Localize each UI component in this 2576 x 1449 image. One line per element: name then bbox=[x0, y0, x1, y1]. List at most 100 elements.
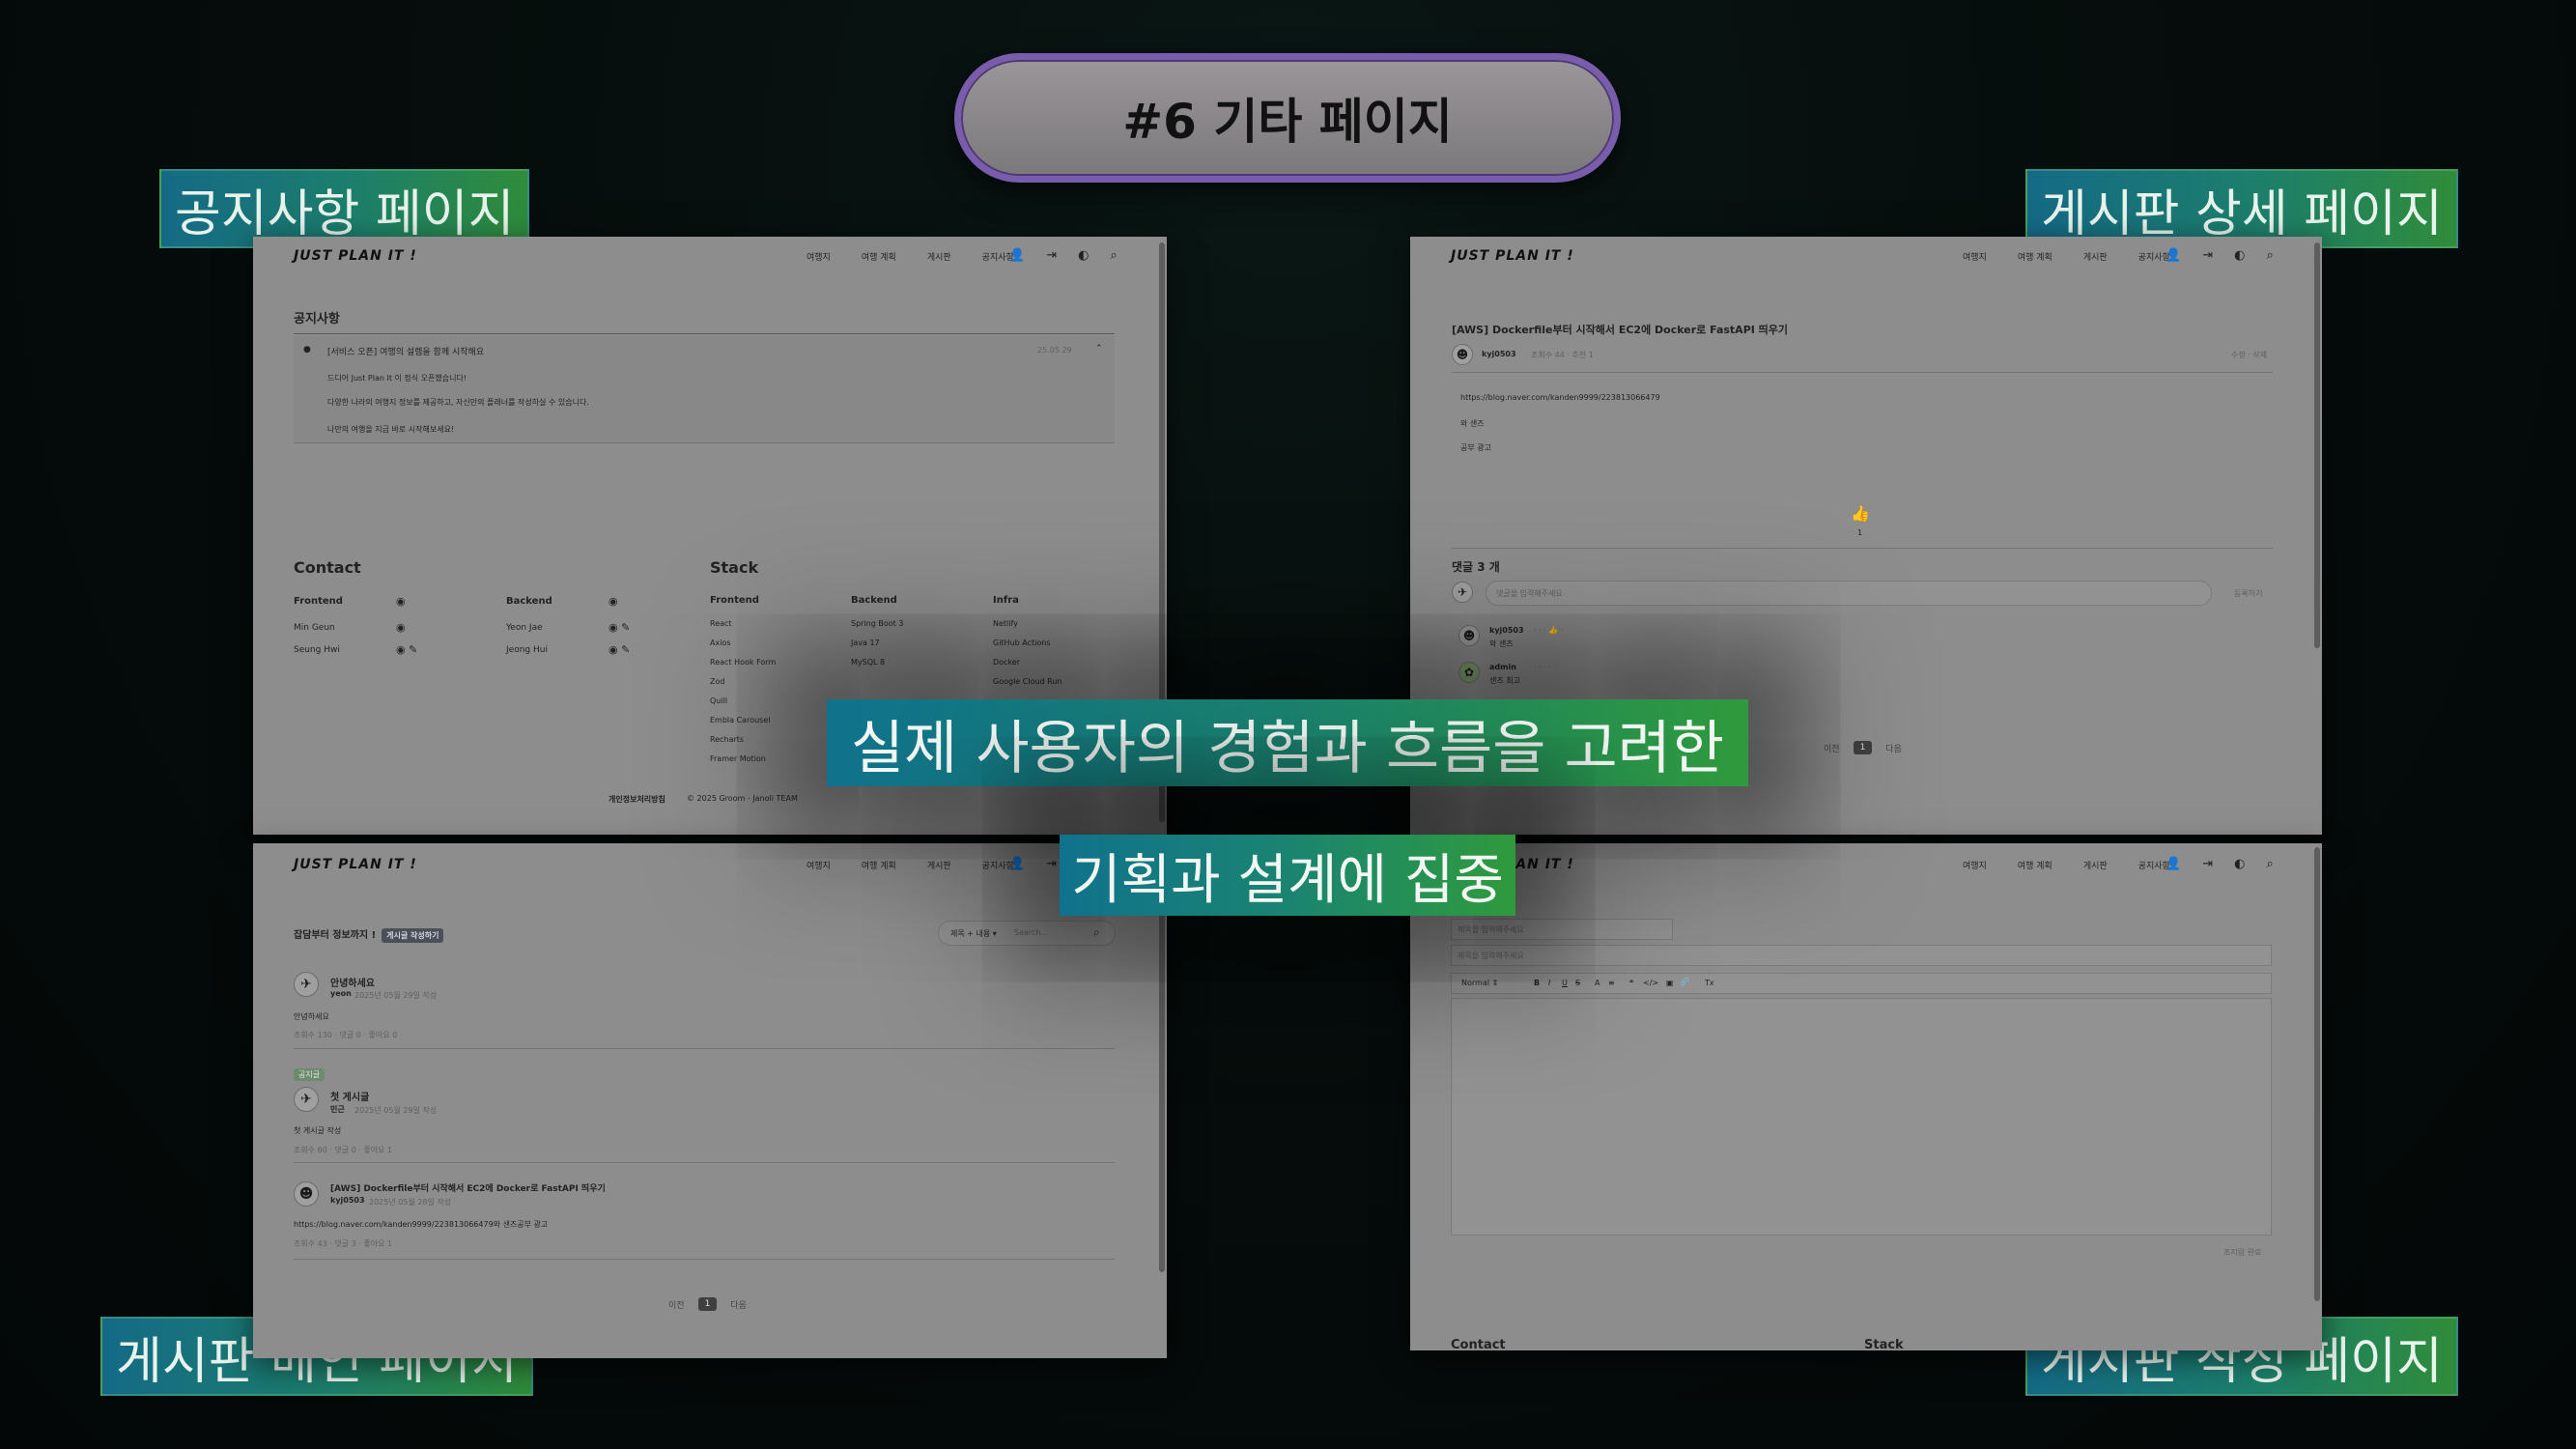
italic-button[interactable]: I bbox=[1548, 979, 1550, 987]
search-icon[interactable]: ⌕ bbox=[1110, 248, 1117, 263]
user-icon[interactable]: 👤 bbox=[2166, 857, 2181, 871]
title-input[interactable]: 제목을 입력해주세요 bbox=[1451, 919, 1673, 940]
stack-item: Embla Carousel bbox=[710, 716, 771, 724]
thumbs-up-icon[interactable]: 👍 bbox=[1851, 504, 1870, 523]
search-icon[interactable]: ⌕ bbox=[2266, 857, 2273, 871]
github-icon[interactable]: ◉ bbox=[396, 595, 406, 608]
submit-button[interactable]: 조지림 완료 bbox=[2223, 1247, 2261, 1258]
image-button[interactable]: ▣ bbox=[1666, 979, 1674, 987]
theme-toggle-icon[interactable]: ◐ bbox=[2234, 248, 2245, 263]
nav-item-board[interactable]: 게시판 bbox=[2083, 859, 2108, 871]
write-post-button[interactable]: 게시글 작성하기 bbox=[382, 927, 444, 943]
pagination-prev[interactable]: 이전 bbox=[668, 1298, 685, 1311]
board-write-screenshot: JUST PLAN IT ! 여행지 여행 계획 게시판 공지사항 👤 ⇥ ◐ … bbox=[1410, 843, 2322, 1350]
post-title[interactable]: 첫 게시글 bbox=[330, 1089, 369, 1103]
post-title[interactable]: 안녕하세요 bbox=[330, 975, 375, 989]
pagination-next[interactable]: 다음 bbox=[730, 1298, 747, 1311]
post-body-line: 공부 광고 bbox=[1460, 443, 1491, 452]
avatar: ✈ bbox=[294, 1087, 319, 1112]
site-logo[interactable]: JUST PLAN IT ! bbox=[1451, 248, 1574, 264]
stack-item: React Hook Form bbox=[710, 658, 777, 667]
site-logo[interactable]: JUST PLAN IT ! bbox=[294, 248, 417, 264]
site-navbar: JUST PLAN IT ! 여행지 여행 계획 게시판 공지사항 👤 ⇥ ◐ … bbox=[253, 237, 1167, 277]
logout-icon[interactable]: ⇥ bbox=[2202, 857, 2213, 871]
theme-toggle-icon[interactable]: ◐ bbox=[2234, 857, 2245, 871]
post-title[interactable]: [AWS] Dockerfile부터 시작해서 EC2에 Docker로 Fas… bbox=[330, 1181, 606, 1194]
stack-item: MySQL 8 bbox=[851, 658, 886, 667]
stack-item: Framer Motion bbox=[710, 754, 766, 763]
comment-placeholder: 댓글을 입력해주세요 bbox=[1496, 589, 1563, 598]
post-tag: 공지글 bbox=[294, 1068, 326, 1081]
avatar: ☻ bbox=[1458, 625, 1480, 646]
nav-item-plans[interactable]: 여행 계획 bbox=[862, 250, 896, 263]
logout-icon[interactable]: ⇥ bbox=[1046, 857, 1057, 871]
github-icon[interactable]: ◉ ✎ bbox=[396, 643, 417, 656]
pagination-prev[interactable]: 이전 bbox=[1824, 742, 1840, 754]
avatar: ✿ bbox=[1458, 662, 1480, 683]
editor-content-area[interactable] bbox=[1451, 998, 2272, 1236]
clear-format-button[interactable]: Tx bbox=[1705, 979, 1714, 987]
logout-icon[interactable]: ⇥ bbox=[1046, 248, 1057, 263]
github-icon[interactable]: ◉ bbox=[609, 595, 618, 608]
github-icon[interactable]: ◉ ✎ bbox=[609, 643, 630, 656]
notice-item-expanded[interactable]: ● [서비스 오픈] 여행의 설렘을 함께 시작해요 25.05.29 ⌃ 드디… bbox=[294, 336, 1115, 442]
footer-person: Min Geun bbox=[294, 623, 335, 633]
post-excerpt: https://blog.naver.com/kanden9999/223813… bbox=[294, 1220, 549, 1229]
post-meta: 조회수 44 · 추천 1 bbox=[1531, 351, 1594, 359]
nav-item-plans[interactable]: 여행 계획 bbox=[862, 859, 896, 871]
underline-button[interactable]: U bbox=[1562, 979, 1568, 987]
user-icon[interactable]: 👤 bbox=[1009, 248, 1025, 263]
format-select[interactable]: Normal ⇕ bbox=[1461, 979, 1498, 987]
search-filter-select[interactable]: 제목 + 내용 ▾ bbox=[950, 928, 997, 939]
nav-item-plans[interactable]: 여행 계획 bbox=[2018, 859, 2052, 871]
nav-item-board[interactable]: 게시판 bbox=[927, 859, 951, 871]
footer-contact-heading: Contact bbox=[294, 558, 361, 577]
stack-infra-label: Infra bbox=[993, 595, 1019, 606]
post-date: 2025년 05월 29일 작성 bbox=[354, 1106, 438, 1115]
footer-person: Yeon Jae bbox=[506, 623, 543, 633]
notice-item-date: 25.05.29 bbox=[1037, 346, 1072, 355]
user-icon[interactable]: 👤 bbox=[1009, 857, 1025, 871]
stack-item: Axios bbox=[710, 639, 731, 647]
search-icon[interactable]: ⌕ bbox=[1093, 925, 1100, 940]
page-title: #6 기타 페이지 bbox=[954, 53, 1621, 183]
stack-item: GitHub Actions bbox=[993, 639, 1051, 647]
code-button[interactable]: </> bbox=[1643, 979, 1658, 987]
post-date: 2025년 05월 28일 작성 bbox=[369, 1198, 452, 1207]
link-button[interactable]: 🔗 bbox=[1680, 978, 1689, 986]
nav-item-destinations[interactable]: 여행지 bbox=[807, 250, 831, 263]
pagination-current[interactable]: 1 bbox=[1853, 741, 1873, 754]
site-logo[interactable]: JUST PLAN IT ! bbox=[294, 857, 417, 872]
nav-item-destinations[interactable]: 여행지 bbox=[1963, 250, 1987, 263]
theme-toggle-icon[interactable]: ◐ bbox=[1078, 248, 1089, 263]
notice-item-title[interactable]: [서비스 오픈] 여행의 설렘을 함께 시작해요 bbox=[327, 345, 484, 357]
pagination-next[interactable]: 다음 bbox=[1885, 742, 1902, 754]
search-icon[interactable]: ⌕ bbox=[2266, 248, 2273, 263]
github-icon[interactable]: ◉ bbox=[396, 621, 406, 634]
nav-item-board[interactable]: 게시판 bbox=[2083, 250, 2108, 263]
chevron-up-icon[interactable]: ⌃ bbox=[1095, 344, 1103, 354]
quote-button[interactable]: ❝ bbox=[1629, 979, 1633, 987]
notice-item-icon: ● bbox=[303, 345, 311, 355]
nav-item-destinations[interactable]: 여행지 bbox=[1963, 859, 1987, 871]
nav-item-plans[interactable]: 여행 계획 bbox=[2018, 250, 2052, 263]
comment-input[interactable]: 댓글을 입력해주세요 bbox=[1486, 581, 2212, 606]
post-actions[interactable]: 수정 · 삭제 bbox=[2231, 350, 2267, 360]
color-button[interactable]: A bbox=[1595, 979, 1599, 987]
align-button[interactable]: ≡ bbox=[1608, 979, 1615, 987]
pagination-current[interactable]: 1 bbox=[697, 1297, 718, 1311]
github-icon[interactable]: ◉ ✎ bbox=[609, 621, 630, 634]
search-input[interactable]: Search... bbox=[1014, 928, 1048, 937]
comment-submit-button[interactable]: 등록하기 bbox=[2234, 588, 2262, 599]
nav-item-board[interactable]: 게시판 bbox=[927, 250, 951, 263]
bold-button[interactable]: B bbox=[1534, 979, 1540, 987]
subtitle-input[interactable]: 제목을 입력해주세요 bbox=[1451, 945, 2272, 966]
stack-item: Docker bbox=[993, 658, 1021, 667]
user-icon[interactable]: 👤 bbox=[2166, 248, 2181, 263]
post-author: kyj0503 bbox=[1482, 350, 1516, 358]
logout-icon[interactable]: ⇥ bbox=[2202, 248, 2213, 263]
strike-button[interactable]: S bbox=[1575, 979, 1580, 987]
privacy-policy-link[interactable]: 개인정보처리방침 bbox=[609, 794, 665, 805]
nav-item-destinations[interactable]: 여행지 bbox=[807, 859, 831, 871]
post-body-link[interactable]: https://blog.naver.com/kanden9999/223813… bbox=[1460, 393, 1660, 402]
